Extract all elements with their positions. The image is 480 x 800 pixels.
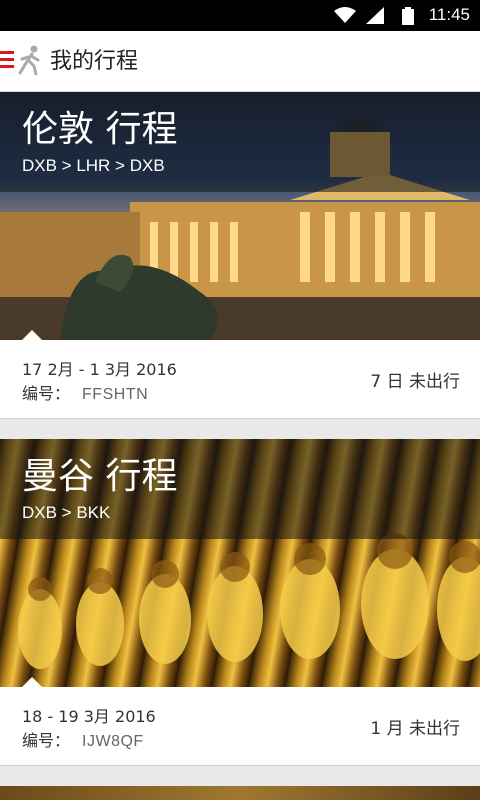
trip-city-title: 伦敦 行程: [22, 109, 178, 150]
trip-dates: 18 - 19 3月 2016: [22, 707, 156, 726]
booking-reference: 编号： FFSHTN: [22, 380, 148, 404]
trip-dates: 17 2月 - 1 3月 2016: [22, 360, 177, 379]
trip-countdown: 1 月 未出行: [370, 719, 460, 739]
trip-hero-image: 伦敦 行程 DXB > LHR > DXB: [0, 92, 480, 340]
trip-info: 18 - 19 3月 2016 编号： IJW8QF 1 月 未出行: [0, 687, 480, 766]
app-bar: 我的行程: [0, 31, 480, 92]
trip-card-london[interactable]: 伦敦 行程 DXB > LHR > DXB 17 2月 - 1 3月 2016 …: [0, 92, 480, 419]
trip-card-partial[interactable]: [0, 786, 480, 800]
trip-card-bangkok[interactable]: 曼谷 行程 DXB > BKK 18 - 19 3月 2016 编号： IJW8Q…: [0, 439, 480, 766]
booking-ref-code: FFSHTN: [82, 386, 149, 403]
trip-countdown: 7 日 未出行: [370, 372, 460, 392]
booking-ref-code: IJW8QF: [82, 733, 144, 750]
trip-route: DXB > LHR > DXB: [22, 156, 165, 175]
booking-reference: 编号： IJW8QF: [22, 727, 144, 751]
booking-ref-label: 编号：: [22, 731, 71, 750]
booking-ref-label: 编号：: [22, 384, 71, 403]
walking-person-icon: [18, 45, 40, 75]
cell-signal-icon: [366, 7, 384, 24]
clock: 11:45: [428, 5, 470, 24]
hamburger-menu-icon[interactable]: [0, 51, 14, 69]
trip-route: DXB > BKK: [22, 503, 111, 522]
card-notch: [22, 330, 42, 340]
page-title: 我的行程: [50, 49, 139, 74]
trip-city-title: 曼谷 行程: [22, 456, 178, 497]
trip-info: 17 2月 - 1 3月 2016 编号： FFSHTN 7 日 未出行: [0, 340, 480, 419]
battery-icon: [402, 7, 414, 25]
trip-hero-image: 曼谷 行程 DXB > BKK: [0, 439, 480, 687]
trip-list: 伦敦 行程 DXB > LHR > DXB 17 2月 - 1 3月 2016 …: [0, 92, 480, 800]
wifi-icon: [334, 7, 356, 23]
card-notch: [22, 677, 42, 687]
status-bar: 11:45: [0, 0, 480, 31]
